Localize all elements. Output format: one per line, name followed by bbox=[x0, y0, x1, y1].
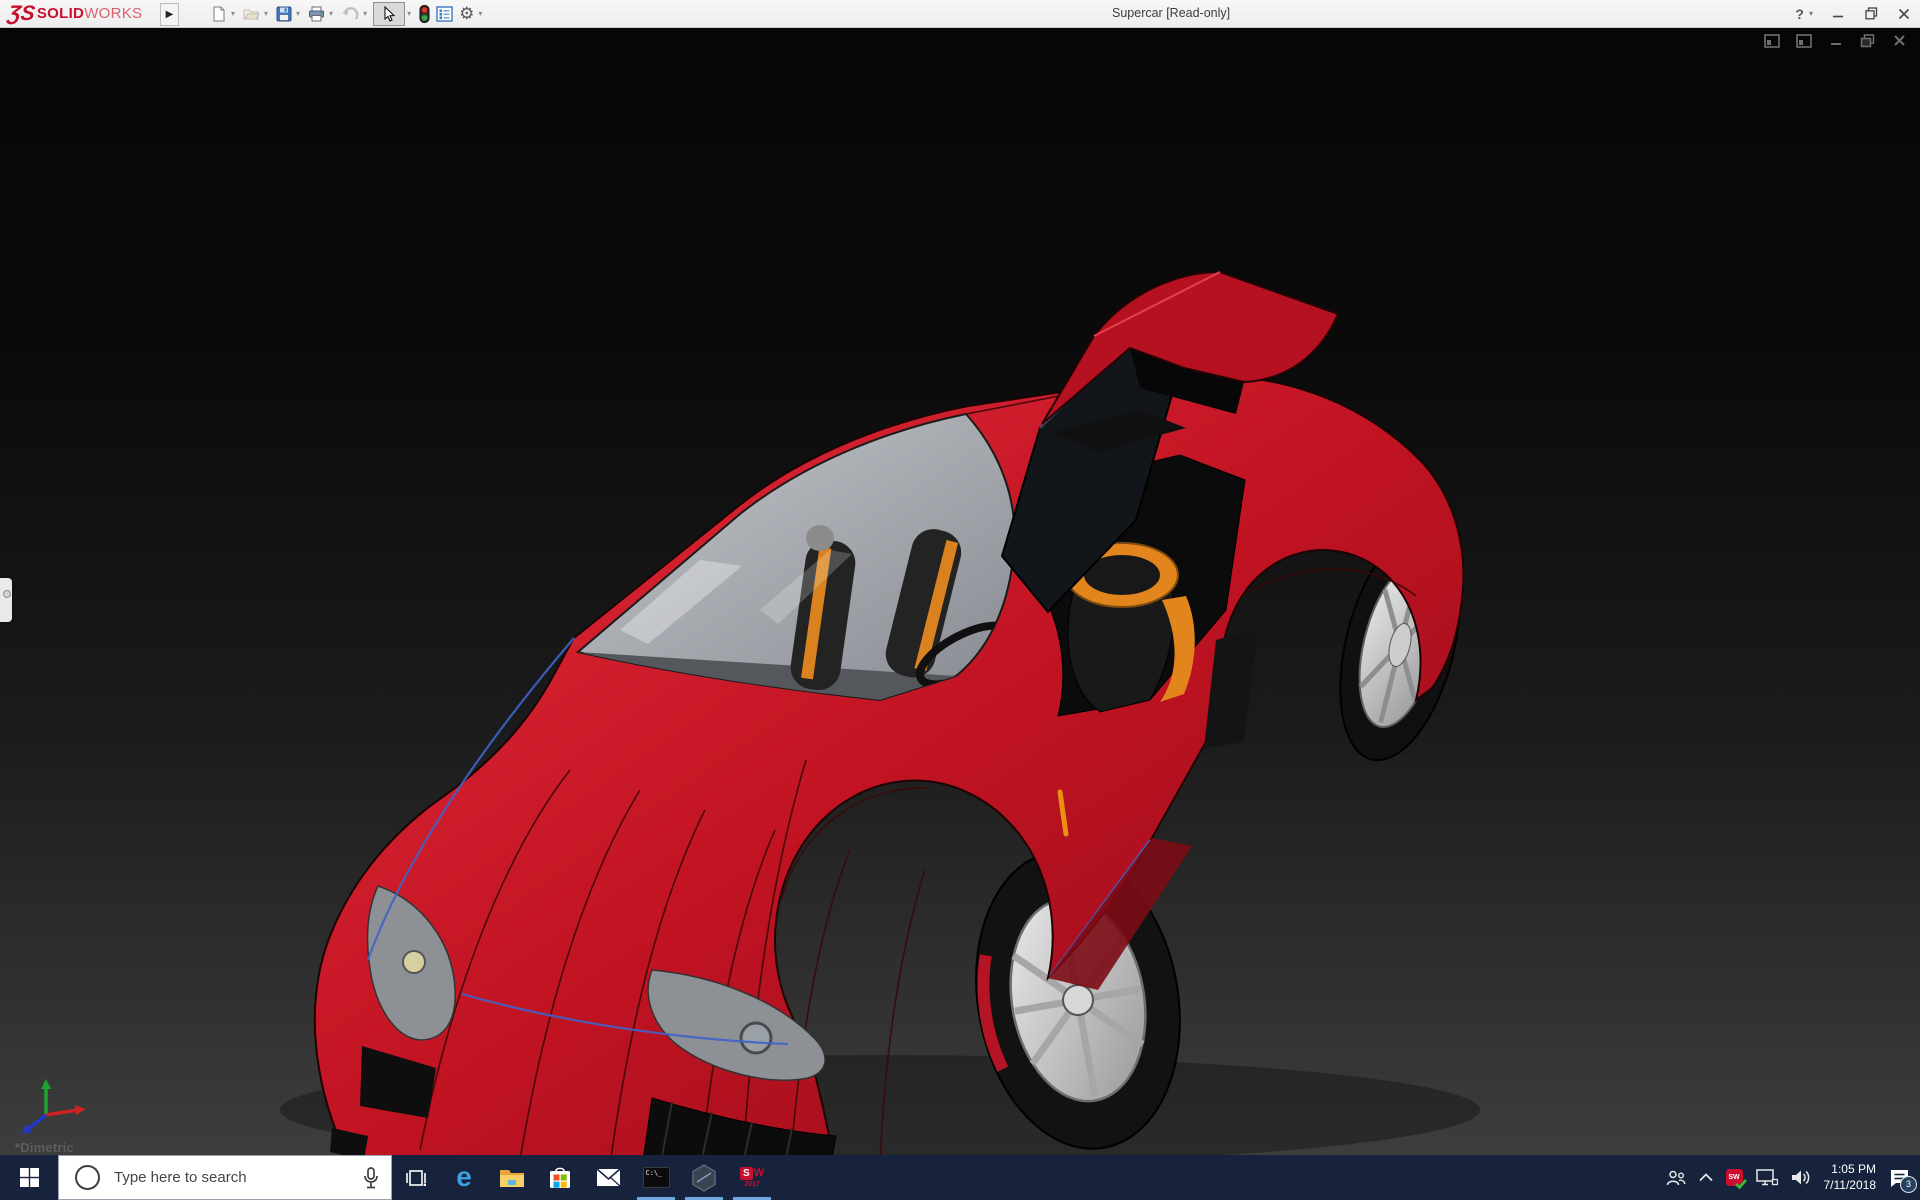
properties-list-icon bbox=[436, 6, 453, 22]
open-button[interactable] bbox=[241, 2, 262, 26]
rebuild-button[interactable] bbox=[417, 2, 432, 26]
document-title: Supercar [Read-only] bbox=[1112, 0, 1230, 27]
speaker-icon bbox=[1791, 1169, 1811, 1186]
view-orientation-label: *Dimetric bbox=[15, 1140, 74, 1155]
minimize-icon bbox=[1832, 8, 1844, 20]
store-button[interactable] bbox=[536, 1155, 584, 1200]
file-explorer-button[interactable] bbox=[488, 1155, 536, 1200]
open-dropdown-caret[interactable]: ▾ bbox=[264, 9, 268, 18]
sw-letter-w: W bbox=[754, 1168, 764, 1179]
print-button[interactable] bbox=[306, 2, 327, 26]
mail-button[interactable] bbox=[584, 1155, 632, 1200]
green-check-icon bbox=[1735, 1179, 1747, 1189]
solidworks-logo[interactable]: ƷS SOLIDWORKS bbox=[8, 0, 142, 27]
mail-icon bbox=[596, 1168, 621, 1187]
print-icon bbox=[308, 6, 325, 22]
window-controls: ? ▾ bbox=[1795, 0, 1912, 27]
taskbar-search[interactable] bbox=[58, 1155, 392, 1200]
pane-right-button[interactable] bbox=[1795, 32, 1812, 49]
open-folder-icon bbox=[243, 6, 260, 22]
clock-time: 1:05 PM bbox=[1824, 1162, 1877, 1178]
network-button[interactable] bbox=[1756, 1169, 1778, 1187]
command-prompt-icon: C:\_ bbox=[643, 1167, 670, 1188]
car-model bbox=[0, 27, 1920, 1155]
volume-button[interactable] bbox=[1791, 1169, 1811, 1186]
clock[interactable]: 1:05 PM 7/11/2018 bbox=[1824, 1162, 1877, 1193]
minimize-button[interactable] bbox=[1830, 6, 1846, 22]
doc-minimize-button[interactable] bbox=[1827, 32, 1844, 49]
help-dropdown-caret[interactable]: ▾ bbox=[1809, 9, 1813, 18]
hexagon-app-icon bbox=[691, 1164, 717, 1192]
edge-button[interactable]: e bbox=[440, 1155, 488, 1200]
solidworks-window: ƷS SOLIDWORKS ▶ ▾ ▾ bbox=[0, 0, 1920, 1200]
sw-tray-badge: SW bbox=[1726, 1169, 1743, 1186]
store-icon bbox=[548, 1166, 572, 1190]
orientation-triad bbox=[18, 1077, 92, 1139]
new-dropdown-caret[interactable]: ▾ bbox=[231, 9, 235, 18]
select-dropdown-caret[interactable]: ▾ bbox=[407, 9, 411, 18]
task-view-button[interactable] bbox=[392, 1155, 440, 1200]
gear-icon: ⚙ bbox=[459, 5, 474, 22]
save-dropdown-caret[interactable]: ▾ bbox=[296, 9, 300, 18]
restore-icon bbox=[1865, 7, 1878, 20]
menu-flyout-button[interactable]: ▶ bbox=[160, 3, 179, 26]
solidworks-app-button[interactable]: S W 2017 bbox=[728, 1155, 776, 1200]
command-prompt-button[interactable]: C:\_ bbox=[632, 1155, 680, 1200]
restore-button[interactable] bbox=[1863, 6, 1879, 22]
select-cursor-icon bbox=[383, 6, 396, 22]
solidworks-monitor-tray-button[interactable]: SW bbox=[1726, 1169, 1743, 1186]
save-floppy-icon bbox=[276, 6, 292, 22]
file-explorer-icon bbox=[499, 1167, 525, 1188]
document-window-controls bbox=[1763, 32, 1908, 49]
brand-works: WORKS bbox=[84, 5, 142, 22]
notification-badge: 3 bbox=[1900, 1176, 1917, 1193]
new-document-button[interactable] bbox=[209, 2, 229, 26]
action-center-button[interactable]: 3 bbox=[1889, 1168, 1910, 1188]
windows-logo-icon bbox=[20, 1168, 39, 1187]
people-button[interactable] bbox=[1666, 1170, 1686, 1186]
pane-left-button[interactable] bbox=[1763, 32, 1780, 49]
start-button[interactable] bbox=[0, 1155, 58, 1200]
flyout-arrow-icon: ▶ bbox=[166, 9, 174, 20]
brand-solid: SOLID bbox=[37, 5, 84, 22]
titlebar: ƷS SOLIDWORKS ▶ ▾ ▾ bbox=[0, 0, 1920, 28]
file-properties-button[interactable] bbox=[434, 2, 455, 26]
clock-date: 7/11/2018 bbox=[1824, 1178, 1877, 1194]
taskbar: e bbox=[0, 1155, 1920, 1200]
cortana-icon bbox=[75, 1165, 100, 1190]
search-input[interactable] bbox=[112, 1168, 359, 1187]
sw-year-label: 2017 bbox=[744, 1181, 760, 1188]
select-tool-button[interactable] bbox=[373, 2, 405, 26]
task-view-icon bbox=[405, 1169, 427, 1187]
show-hidden-icons-button[interactable] bbox=[1699, 1173, 1713, 1182]
close-icon bbox=[1898, 8, 1910, 20]
new-document-icon bbox=[211, 6, 227, 22]
doc-close-button[interactable] bbox=[1891, 32, 1908, 49]
edge-icon: e bbox=[456, 1163, 472, 1191]
system-tray: SW bbox=[1666, 1155, 1920, 1200]
quick-toolbar: ▾ ▾ ▾ bbox=[208, 0, 487, 27]
options-dropdown-caret[interactable]: ▾ bbox=[478, 9, 482, 18]
solidworks-swoosh-icon: ƷS bbox=[7, 3, 37, 24]
help-button[interactable]: ? bbox=[1795, 6, 1804, 22]
graphics-viewport[interactable]: *Dimetric bbox=[0, 27, 1920, 1155]
close-button[interactable] bbox=[1896, 6, 1912, 22]
print-dropdown-caret[interactable]: ▾ bbox=[329, 9, 333, 18]
doc-restore-button[interactable] bbox=[1859, 32, 1876, 49]
traffic-light-icon bbox=[419, 5, 430, 23]
undo-arrow-icon bbox=[341, 6, 359, 21]
solidworks-2017-icon: S W 2017 bbox=[740, 1167, 764, 1188]
sw-letter-s: S bbox=[740, 1167, 753, 1180]
undo-button[interactable] bbox=[339, 2, 361, 26]
undo-dropdown-caret[interactable]: ▾ bbox=[363, 9, 367, 18]
people-icon bbox=[1666, 1170, 1686, 1186]
options-button[interactable]: ⚙ bbox=[457, 2, 476, 26]
save-button[interactable] bbox=[274, 2, 294, 26]
taskbar-apps: e bbox=[392, 1155, 776, 1200]
microphone-icon[interactable] bbox=[363, 1167, 379, 1189]
hex-app-button[interactable] bbox=[680, 1155, 728, 1200]
chevron-up-icon bbox=[1699, 1173, 1713, 1182]
network-icon bbox=[1756, 1169, 1778, 1187]
